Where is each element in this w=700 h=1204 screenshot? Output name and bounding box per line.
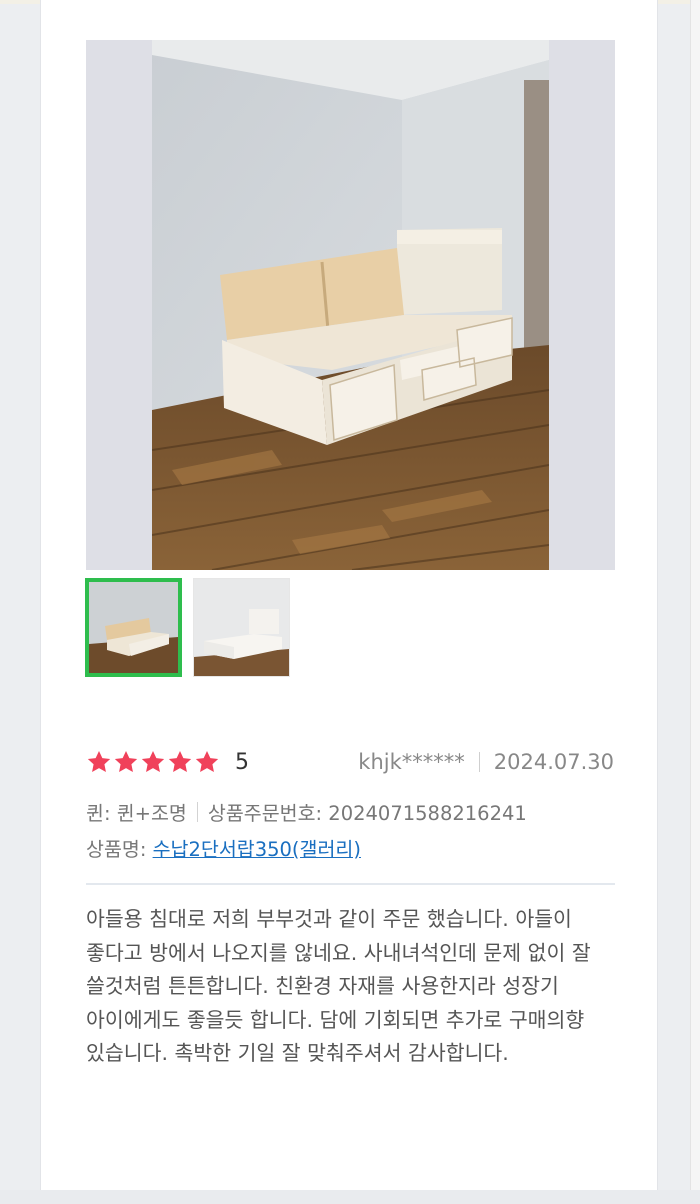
product-link[interactable]: 수납2단서랍350(갤러리) [153, 838, 361, 861]
review-date: 2024.07.30 [493, 750, 614, 774]
product-name-row: 상품명: 수납2단서랍350(갤러리) [86, 833, 361, 862]
meta-divider [478, 752, 480, 772]
purchase-options: 퀸: 퀸+조명 상품주문번호: 2024071588216241 [86, 797, 527, 826]
thumbnail-1[interactable] [85, 578, 182, 677]
reviewer-id: khjk****** [358, 750, 465, 774]
star-icon [141, 750, 165, 772]
thumbnail-1-image [89, 582, 178, 673]
section-divider [86, 883, 615, 885]
bed-photo-illustration [152, 40, 549, 570]
rating-score: 5 [235, 750, 249, 775]
star-icon [87, 750, 111, 772]
scroll-edge [690, 0, 700, 1204]
product-label: 상품명: [86, 838, 153, 861]
review-body: 아들용 침대로 저희 부부것과 같이 주문 했습니다. 아들이 좋다고 방에서 … [86, 907, 591, 1065]
thumbnail-2[interactable] [193, 578, 290, 677]
review-meta: khjk****** 2024.07.30 [358, 750, 614, 774]
thumbnail-2-image [194, 579, 289, 676]
star-icon [114, 750, 138, 772]
bottom-strip [0, 1190, 700, 1204]
star-rating [86, 748, 220, 778]
star-icon [195, 750, 219, 772]
star-icon [168, 750, 192, 772]
review-main-photo[interactable] [86, 40, 615, 570]
option-divider [196, 801, 198, 822]
order-number: 상품주문번호: 2024071588216241 [207, 802, 527, 825]
option-value: 퀸: 퀸+조명 [86, 802, 187, 825]
